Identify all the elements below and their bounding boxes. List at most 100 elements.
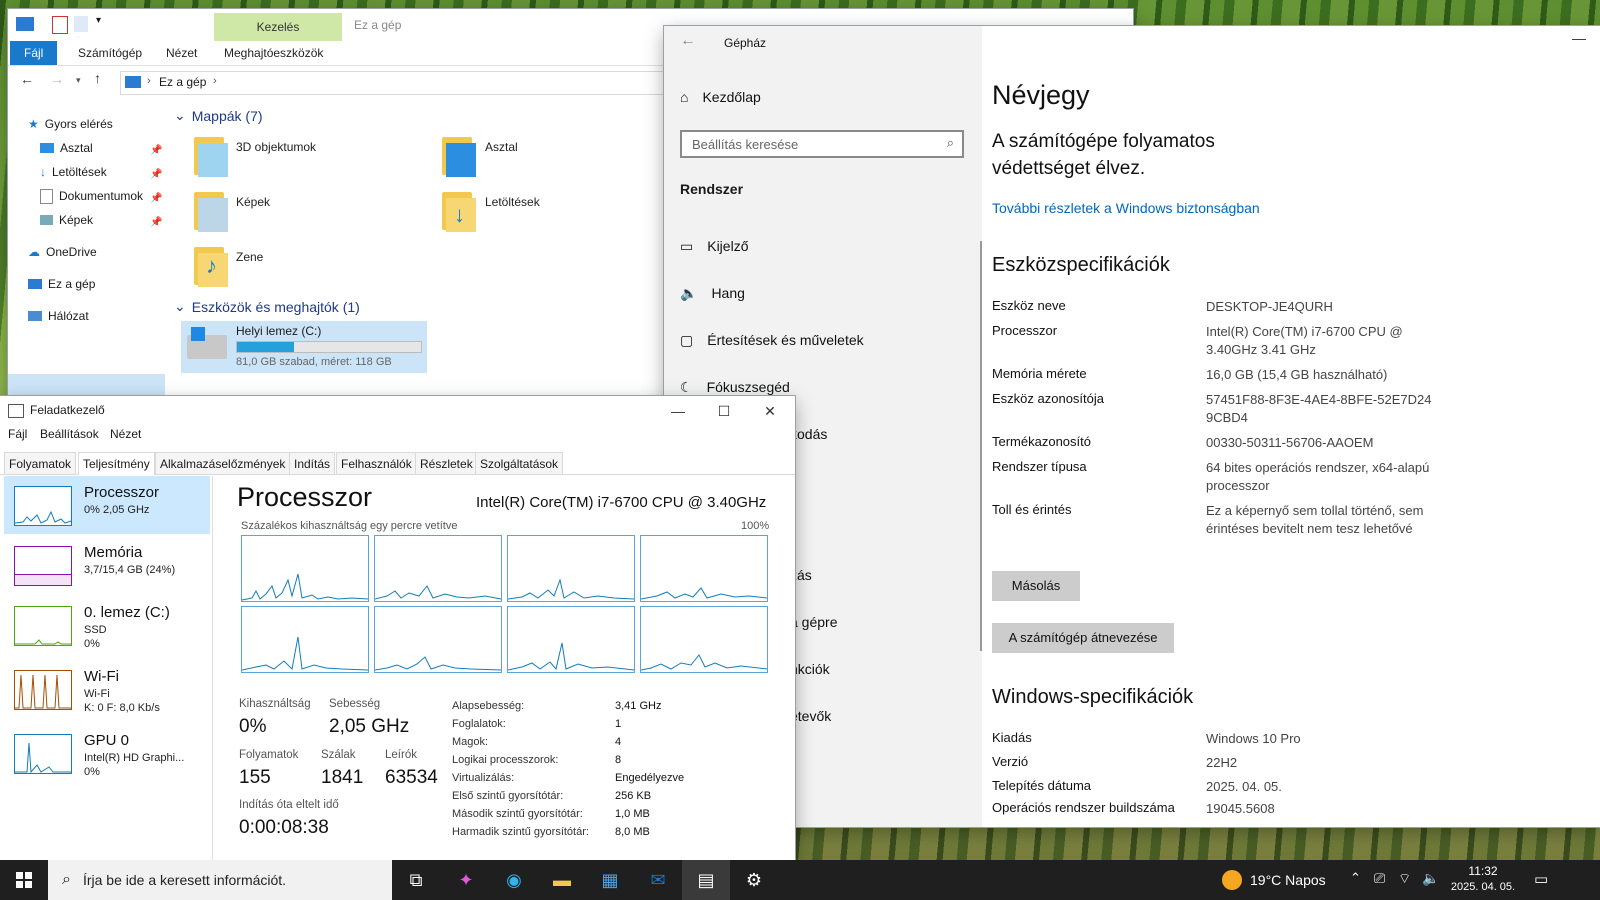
task-view-icon[interactable]: ⧉ <box>392 860 440 900</box>
pin-icon[interactable]: 📌 <box>150 193 162 204</box>
perf-item-cpu[interactable]: Processzor 0% 2,05 GHz <box>4 476 210 534</box>
nav-label: Hálózat <box>48 309 89 323</box>
task-manager-taskbar-icon[interactable]: ▤ <box>682 860 730 900</box>
nav-notifications[interactable]: ▢ Értesítések és műveletek <box>680 325 864 355</box>
nav-item-onedrive[interactable]: ☁ OneDrive <box>28 241 97 263</box>
manage-tab-group[interactable]: Kezelés <box>214 13 342 41</box>
nav-item-this-pc[interactable]: Ez a gép <box>28 273 95 295</box>
tab-services[interactable]: Szolgáltatások <box>475 452 564 474</box>
rename-pc-button[interactable]: A számítógép átnevezése <box>992 623 1174 653</box>
address-bar[interactable]: › Ez a gép › <box>120 71 682 95</box>
pin-icon[interactable]: 📌 <box>150 217 162 228</box>
nav-item-partial[interactable]: etevők <box>790 701 831 731</box>
back-arrow-icon[interactable]: ← <box>680 32 696 50</box>
tab-details[interactable]: Részletek <box>415 452 478 474</box>
folder-label[interactable]: Letöltések <box>485 195 540 209</box>
taskbar-search-input[interactable]: ⌕ Írja be ide a keresett információt. <box>48 860 392 900</box>
tab-computer[interactable]: Számítógép <box>78 41 142 65</box>
nav-item-downloads[interactable]: ↓ Letöltések <box>40 161 107 183</box>
nav-sound[interactable]: 🔈 Hang <box>680 278 745 308</box>
settings-window[interactable]: ← Gépház ⌂ Kezdőlap Beállítás keresése ⌕ … <box>664 26 1600 827</box>
store-icon[interactable]: ▦ <box>586 860 634 900</box>
downloads-folder-icon[interactable]: ↓ <box>440 192 484 232</box>
3d-objects-folder-icon[interactable] <box>192 137 236 177</box>
tab-performance[interactable]: Teljesítmény <box>78 452 155 475</box>
minimize-icon[interactable]: — <box>1572 30 1586 46</box>
security-link[interactable]: További részletek a Windows biztonságban <box>992 200 1260 216</box>
copilot-icon[interactable]: ✦ <box>442 860 490 900</box>
nav-item-partial[interactable]: a gépre <box>790 607 837 637</box>
pin-icon[interactable]: 📌 <box>150 145 162 156</box>
notification-center-icon[interactable]: ▭ <box>1534 870 1548 888</box>
nav-item-quick-access[interactable]: ★ Gyors elérés <box>28 113 113 135</box>
tab-processes[interactable]: Folyamatok <box>4 452 77 474</box>
edge-icon[interactable]: ◉ <box>490 860 538 900</box>
nav-item-network[interactable]: Hálózat <box>28 305 89 327</box>
folders-group-header[interactable]: ⌄ Mappák (7) <box>174 107 263 124</box>
drive-c-tile[interactable]: Helyi lemez (C:) 81,0 GB szabad, méret: … <box>181 321 427 373</box>
tab-drive-tools[interactable]: Meghajtóeszközök <box>224 41 323 65</box>
wifi-icon[interactable]: ⌔ <box>1398 870 1411 888</box>
forward-arrow-icon[interactable]: → <box>50 71 64 87</box>
nav-item-partial[interactable]: nkciók <box>790 654 830 684</box>
menu-file[interactable]: Fájl <box>8 427 27 441</box>
start-button[interactable] <box>0 860 48 900</box>
perf-item-disk[interactable]: 0. lemez (C:) SSD 0% <box>4 596 210 654</box>
device-specs-title: Eszközspecifikációk <box>992 254 1170 276</box>
nav-item-documents[interactable]: Dokumentumok <box>40 185 143 207</box>
folder-label[interactable]: Asztal <box>485 140 518 154</box>
up-arrow-icon[interactable]: ↑ <box>94 70 101 86</box>
perf-item-gpu[interactable]: GPU 0 Intel(R) HD Graphi... 0% <box>4 724 210 782</box>
pictures-folder-icon[interactable] <box>192 192 236 232</box>
breadcrumb[interactable]: Ez a gép <box>159 75 206 89</box>
menu-view[interactable]: Nézet <box>110 427 141 441</box>
outlook-icon[interactable]: ✉ <box>634 860 682 900</box>
menu-options[interactable]: Beállítások <box>40 427 99 441</box>
pin-icon[interactable]: 📌 <box>150 169 162 180</box>
folder-label[interactable]: Képek <box>236 195 270 209</box>
file-explorer-icon[interactable]: ▬ <box>538 860 586 900</box>
back-arrow-icon[interactable]: ← <box>20 71 34 87</box>
nav-home[interactable]: ⌂ Kezdőlap <box>680 82 761 112</box>
tab-users[interactable]: Felhasználók <box>336 452 417 474</box>
perf-item-memory[interactable]: Memória 3,7/15,4 GB (24%) <box>4 536 210 594</box>
clock-time[interactable]: 11:32 <box>1450 864 1516 878</box>
nav-display[interactable]: ▭ Kijelző <box>680 231 748 261</box>
task-manager-window[interactable]: Feladatkezelő — ☐ ✕ Fájl Beállítások Néz… <box>0 396 795 861</box>
detail-label: Harmadik szintű gyorsítótár: <box>452 826 589 838</box>
new-folder-icon[interactable] <box>74 16 88 32</box>
minimize-icon[interactable]: — <box>655 396 701 426</box>
nav-item-pictures[interactable]: Képek <box>40 209 93 231</box>
weather-sun-icon[interactable] <box>1222 870 1242 890</box>
nav-label: Értesítések és műveletek <box>707 332 864 348</box>
folder-label[interactable]: Zene <box>236 250 263 264</box>
properties-icon[interactable] <box>52 16 68 34</box>
recent-dropdown-icon[interactable]: ▾ <box>76 75 81 86</box>
settings-search-input[interactable]: Beállítás keresése ⌕ <box>680 130 964 158</box>
close-icon[interactable]: ✕ <box>747 396 793 426</box>
music-folder-icon[interactable]: ♪ <box>192 247 236 287</box>
settings-gear-icon[interactable]: ⚙ <box>730 860 778 900</box>
volume-icon[interactable]: 🔈 <box>1422 870 1439 887</box>
nav-item-desktop[interactable]: Asztal <box>40 137 93 159</box>
meet-now-icon[interactable]: ⎚ <box>1374 870 1385 887</box>
tab-startup[interactable]: Indítás <box>289 452 336 474</box>
devices-group-header[interactable]: ⌄ Eszközök és meghajtók (1) <box>174 298 360 315</box>
tab-app-history[interactable]: Alkalmazáselőzmények <box>155 452 291 474</box>
tab-file[interactable]: Fájl <box>10 41 58 65</box>
qat-dropdown-icon[interactable]: ▾ <box>96 15 101 26</box>
panel-divider <box>212 476 213 861</box>
maximize-icon[interactable]: ☐ <box>701 396 747 426</box>
nav-item-partial[interactable]: kodás <box>790 419 827 449</box>
desktop-folder-icon[interactable] <box>440 137 484 177</box>
breadcrumb-chevron-icon[interactable]: › <box>213 75 217 87</box>
detail-label: Virtualizálás: <box>452 772 515 784</box>
tab-view[interactable]: Nézet <box>166 41 197 65</box>
copy-button[interactable]: Másolás <box>992 571 1080 601</box>
search-icon[interactable]: ⌕ <box>947 135 954 151</box>
folder-label[interactable]: 3D objektumok <box>236 140 316 154</box>
clock-date[interactable]: 2025. 04. 05. <box>1450 881 1516 893</box>
chevron-up-icon[interactable]: ⌃ <box>1350 870 1361 886</box>
weather-text[interactable]: 19°C Napos <box>1250 872 1326 888</box>
perf-item-wifi[interactable]: Wi-Fi Wi-Fi K: 0 F: 8,0 Kb/s <box>4 660 210 718</box>
